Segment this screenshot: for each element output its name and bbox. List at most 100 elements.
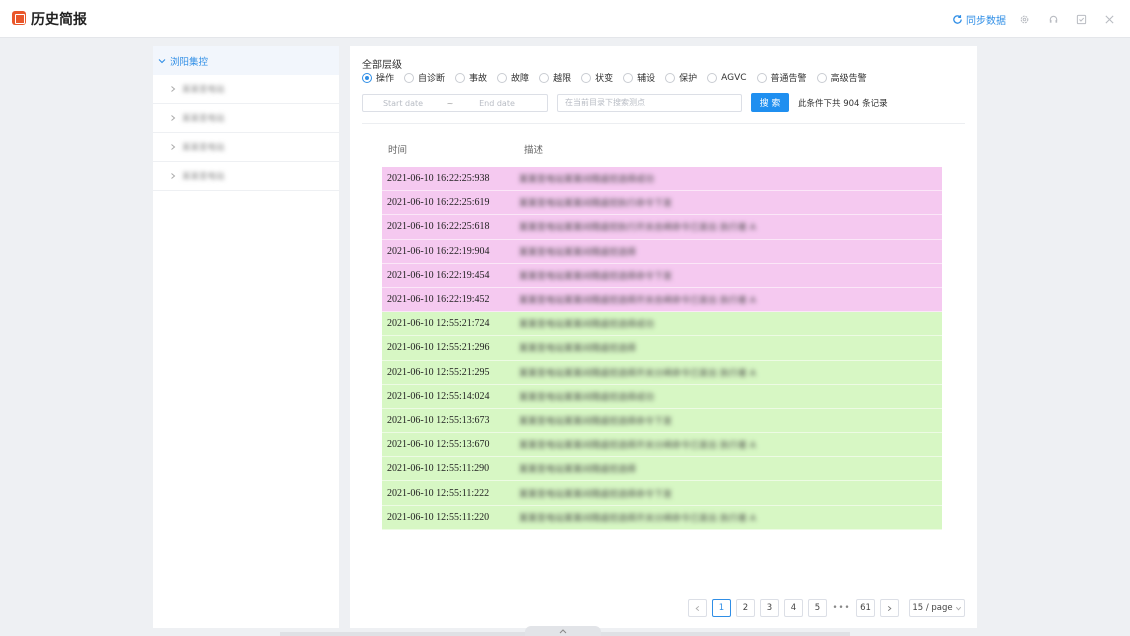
radio-label: 事故 <box>469 74 488 84</box>
refresh-icon <box>953 14 962 24</box>
radio-circle <box>455 72 466 83</box>
row-time: 2021-06-10 12:55:21:296 <box>387 342 490 354</box>
radio-label: 自诊断 <box>418 74 446 84</box>
radio-circle <box>362 72 372 83</box>
level-radio[interactable]: 保护 <box>665 71 697 84</box>
page-button[interactable]: 3 <box>760 599 779 617</box>
chevron-right-icon <box>887 605 892 611</box>
chevron-right-icon <box>171 144 176 150</box>
end-date-input[interactable]: End date <box>457 99 537 108</box>
chevron-right-icon <box>171 173 176 179</box>
level-radio[interactable]: 高级告警 <box>816 71 867 84</box>
close-button[interactable] <box>1102 12 1116 26</box>
table-row[interactable]: 2021-06-10 16:22:19:454 某某变电站某某间隔遥控选择命令下发 <box>382 263 942 288</box>
table-row[interactable]: 2021-06-10 12:55:21:295 某某变电站某某间隔遥控选择开关分闸… <box>382 360 942 385</box>
search-button[interactable]: 搜 索 <box>751 93 789 112</box>
divider <box>362 123 965 124</box>
tree-item-label: 某某变电站 <box>182 143 225 153</box>
gear-icon <box>1020 15 1028 23</box>
level-radio[interactable]: 故障 <box>497 71 529 84</box>
row-description: 某某变电站某某间隔遥控执行开关合闸命令已发出 执行者 A <box>519 223 756 234</box>
table-row[interactable]: 2021-06-10 16:22:25:619 某某变电站某某间隔遥控执行命令下发 <box>382 191 942 216</box>
row-time: 2021-06-10 12:55:14:024 <box>387 390 490 402</box>
table-row[interactable]: 2021-06-10 12:55:14:024 某某变电站某某间隔遥控选择成功 <box>382 384 942 409</box>
radio-label: 状变 <box>595 74 614 84</box>
table-row[interactable]: 2021-06-10 12:55:13:673 某某变电站某某间隔遥控选择命令下发 <box>382 408 942 434</box>
page-ellipsis[interactable]: ••• <box>832 599 851 617</box>
result-count: 此条件下共 904 条记录 <box>798 99 888 109</box>
table-row[interactable]: 2021-06-10 12:55:11:290 某某变电站某某间隔遥控选择 <box>382 457 942 482</box>
tree-root-node[interactable]: 浏阳集控 <box>153 46 339 75</box>
sync-data-button[interactable]: 同步数据 <box>952 12 1006 27</box>
last-page-button[interactable]: 61 <box>856 599 875 617</box>
row-time: 2021-06-10 16:22:25:938 <box>387 173 490 185</box>
row-description: 某某变电站某某间隔遥控选择命令下发 <box>519 416 673 427</box>
prev-page-button[interactable] <box>688 599 707 617</box>
chevron-down-icon <box>158 58 166 63</box>
level-radio[interactable]: 普通告警 <box>756 71 807 84</box>
row-description: 某某变电站某某间隔遥控选择开关分闸命令已发出 执行者 A <box>519 441 756 452</box>
level-radio[interactable]: 事故 <box>455 71 487 84</box>
page-button[interactable]: 2 <box>736 599 755 617</box>
table-row[interactable]: 2021-06-10 12:55:13:670 某某变电站某某间隔遥控选择开关分闸… <box>382 433 942 458</box>
page-button[interactable]: 1 <box>712 599 731 617</box>
row-time: 2021-06-10 12:55:13:670 <box>387 439 490 451</box>
level-radio[interactable]: AGVC <box>707 72 747 83</box>
sync-data-label: 同步数据 <box>966 15 1006 27</box>
table-row[interactable]: 2021-06-10 12:55:11:222 某某变电站某某间隔遥控选择命令下发 <box>382 481 942 506</box>
tree-item-label: 某某变电站 <box>182 172 225 182</box>
date-range-picker[interactable]: Start date ~ End date <box>362 94 548 112</box>
row-description: 某某变电站某某间隔遥控选择成功 <box>519 320 655 331</box>
chevron-right-icon <box>171 115 176 121</box>
table-row[interactable]: 2021-06-10 16:22:19:904 某某变电站某某间隔遥控选择 <box>382 239 942 264</box>
station-tree-sidebar: 浏阳集控 某某变电站 某某变电站 某某变电站 某某变电站 <box>153 46 339 628</box>
page-button[interactable]: 4 <box>784 599 803 617</box>
page-button[interactable]: 5 <box>808 599 827 617</box>
table-row[interactable]: 2021-06-10 12:55:11:220 某某变电站某某间隔遥控选择开关分闸… <box>382 505 942 530</box>
radio-label: AGVC <box>721 72 747 83</box>
table-row[interactable]: 2021-06-10 12:55:21:296 某某变电站某某间隔遥控选择 <box>382 336 942 361</box>
row-time: 2021-06-10 16:22:19:454 <box>387 269 490 281</box>
radio-label: 普通告警 <box>770 74 807 84</box>
tree-item[interactable]: 某某变电站 <box>153 162 339 191</box>
level-radio[interactable]: 状变 <box>581 71 613 84</box>
event-table: 2021-06-10 16:22:25:938 某某变电站某某间隔遥控选择成功 20… <box>382 167 942 530</box>
checkbox-icon <box>1076 14 1086 24</box>
row-time: 2021-06-10 12:55:13:673 <box>387 414 490 426</box>
headset-icon <box>1049 15 1057 23</box>
level-radio-group: 操作 自诊断 事故 故障 越限 状变 辅设 保护 AGVC 普通告警 高级告警 <box>362 71 877 84</box>
level-radio[interactable]: 自诊断 <box>404 71 445 84</box>
row-time: 2021-06-10 12:55:11:222 <box>387 487 490 499</box>
table-row[interactable]: 2021-06-10 16:22:25:938 某某变电站某某间隔遥控选择成功 <box>382 167 942 192</box>
tree-item[interactable]: 某某变电站 <box>153 104 339 133</box>
tree-item[interactable]: 某某变电站 <box>153 133 339 162</box>
row-description: 某某变电站某某间隔遥控选择 <box>519 465 637 476</box>
chevron-down-icon <box>955 606 961 610</box>
table-row[interactable]: 2021-06-10 16:22:25:618 某某变电站某某间隔遥控执行开关合闸… <box>382 215 942 240</box>
settings-button[interactable] <box>1017 12 1031 26</box>
app-logo-icon <box>12 11 26 25</box>
start-date-input[interactable]: Start date <box>363 99 443 108</box>
level-radio[interactable]: 越限 <box>539 71 571 84</box>
radio-circle <box>581 72 592 83</box>
close-icon <box>1104 14 1114 24</box>
support-button[interactable] <box>1046 12 1060 26</box>
row-description: 某某变电站某某间隔遥控选择成功 <box>519 175 655 186</box>
row-time: 2021-06-10 16:22:25:619 <box>387 197 490 209</box>
collapse-panel-handle[interactable] <box>525 626 601 636</box>
minimize-button[interactable] <box>1074 12 1088 26</box>
table-row[interactable]: 2021-06-10 12:55:21:724 某某变电站某某间隔遥控选择成功 <box>382 312 942 337</box>
tree-item[interactable]: 某某变电站 <box>153 75 339 104</box>
radio-circle <box>497 72 508 83</box>
level-radio[interactable]: 操作 <box>362 71 394 84</box>
row-time: 2021-06-10 12:55:11:290 <box>387 463 490 475</box>
tree-item-label: 某某变电站 <box>182 114 225 124</box>
level-radio[interactable]: 辅设 <box>623 71 655 84</box>
radio-label: 故障 <box>511 74 530 84</box>
page-size-select[interactable]: 15 / page <box>909 599 965 617</box>
radio-circle <box>665 72 676 83</box>
radio-label: 辅设 <box>637 74 656 84</box>
table-row[interactable]: 2021-06-10 16:22:19:452 某某变电站某某间隔遥控选择开关合闸… <box>382 287 942 313</box>
search-input[interactable]: 在当前目录下搜索测点 <box>557 94 742 112</box>
next-page-button[interactable] <box>880 599 899 617</box>
